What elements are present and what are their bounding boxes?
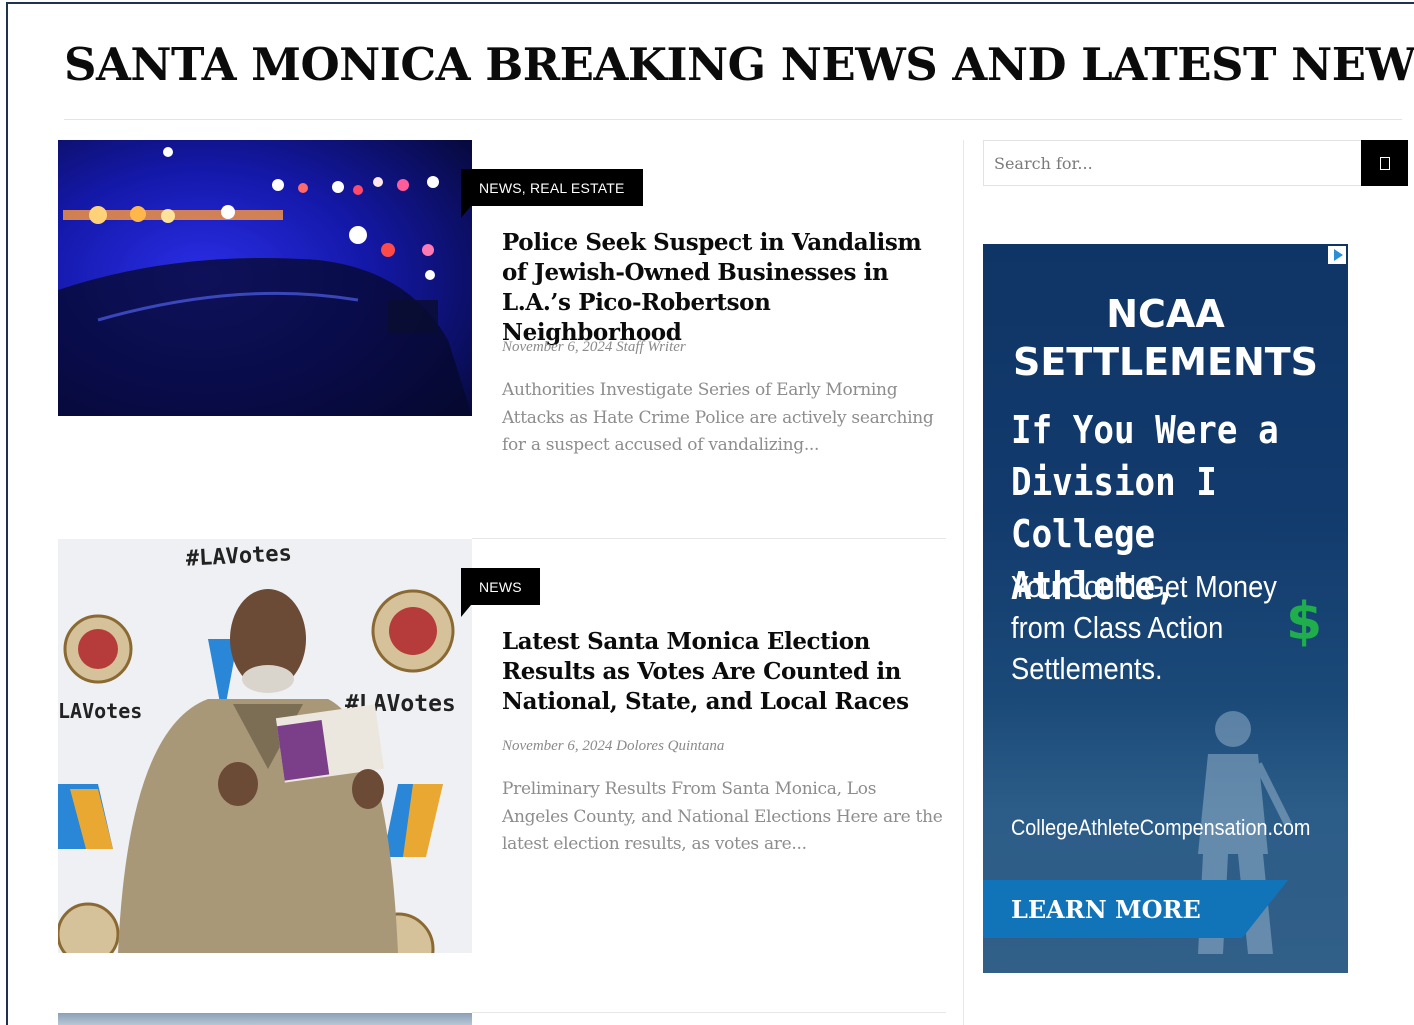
- post-date: November 6, 2024: [502, 339, 613, 355]
- search-button[interactable]: [1361, 140, 1408, 186]
- post-date: November 6, 2024: [502, 738, 613, 754]
- post-author[interactable]: Dolores Quintana: [616, 738, 724, 754]
- category-badge[interactable]: NEWS: [461, 568, 540, 617]
- ad-url: CollegeAthleteCompensation.com: [1011, 815, 1311, 840]
- post-image[interactable]: #LAVotes #LAVotes LAVotes: [58, 539, 472, 953]
- post-title[interactable]: Police Seek Suspect in Vandalism of Jewi…: [502, 228, 946, 348]
- post-excerpt: Authorities Investigate Series of Early …: [502, 380, 934, 455]
- post-meta: November 6, 2024 Dolores Quintana: [502, 738, 724, 755]
- page-title: SANTA MONICA BREAKING NEWS AND LATEST NE…: [64, 38, 1414, 91]
- post-card: #LAVotes #LAVotes LAVotes NEWS Latest Sa…: [58, 539, 946, 1014]
- post-image[interactable]: [58, 1013, 472, 1025]
- search-icon: [1379, 156, 1390, 170]
- post-excerpt: Preliminary Results From Santa Monica, L…: [502, 779, 943, 854]
- post-title[interactable]: Latest Santa Monica Election Results as …: [502, 627, 946, 717]
- learn-more-button[interactable]: LEARN MORE: [983, 880, 1288, 938]
- ad-choices-icon[interactable]: [1328, 246, 1346, 264]
- ad-heading: NCAA SETTLEMENTS: [1012, 292, 1319, 384]
- sidebar-divider: [963, 140, 964, 1025]
- search-input[interactable]: [983, 140, 1362, 186]
- post-card: [58, 1013, 946, 1025]
- title-divider: [64, 119, 1402, 120]
- image-text-left: LAVotes: [58, 699, 142, 723]
- post-meta: November 6, 2024 Staff Writer: [502, 339, 686, 356]
- category-badge[interactable]: NEWS, REAL ESTATE: [461, 169, 643, 218]
- post-image[interactable]: [58, 140, 472, 416]
- post-author[interactable]: Staff Writer: [616, 339, 686, 355]
- post-card: NEWS, REAL ESTATE Police Seek Suspect in…: [58, 140, 946, 540]
- dollar-icon: $: [1286, 592, 1323, 652]
- ad-body-text: You Could Get Money from Class Action Se…: [1011, 569, 1277, 686]
- advertisement-banner[interactable]: NCAA SETTLEMENTS If You Were a Division …: [983, 244, 1348, 973]
